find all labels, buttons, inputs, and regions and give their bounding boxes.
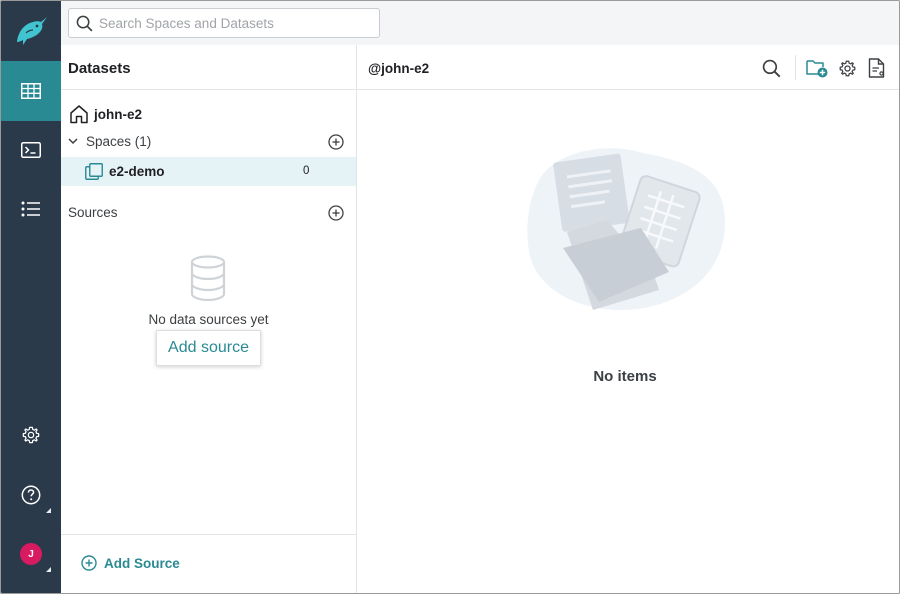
search-button[interactable] [760,57,782,79]
panel-title: Datasets [68,60,131,77]
chevron-down-icon[interactable] [67,135,79,147]
header-separator [795,55,796,80]
nav-jobs-button[interactable] [1,179,61,239]
jobs-list-icon [21,201,40,217]
narwhal-logo-icon[interactable] [1,1,61,61]
footer-add-source-button[interactable]: Add Source [81,555,180,571]
panel-footer-divider [61,534,356,535]
space-item-e2-demo[interactable]: e2-demo 0 [61,157,356,186]
space-icon [85,163,103,180]
settings-icon [839,60,855,76]
nav-help-button[interactable] [1,465,61,525]
space-name: e2-demo [109,164,165,179]
help-icon [21,485,41,505]
add-source-button[interactable]: Add source [156,330,261,366]
database-icon [190,255,226,301]
main-content: @john-e2 No items [357,45,899,593]
top-bar: Search Spaces and Datasets [61,1,899,45]
nav-settings-button[interactable] [1,405,61,465]
spaces-label: Spaces (1) [86,134,152,149]
page-title: @john-e2 [368,61,430,76]
search-icon [76,15,93,31]
sql-terminal-icon [21,142,41,158]
empty-state-illustration [527,148,726,311]
add-folder-button[interactable] [806,57,828,79]
avatar: J [20,543,42,565]
empty-state-message: No items [593,368,657,385]
settings-button[interactable] [836,57,858,79]
search-placeholder: Search Spaces and Datasets [99,15,274,31]
no-sources-message: No data sources yet [148,312,269,327]
home-space-link[interactable]: john-e2 [69,103,142,125]
settings-gear-icon [22,426,40,444]
home-label: john-e2 [94,106,143,122]
nav-sql-runner-button[interactable] [1,120,61,180]
user-menu-button[interactable]: J [1,524,61,584]
search-icon [762,59,780,77]
search-input[interactable]: Search Spaces and Datasets [68,8,380,38]
datasets-grid-icon [21,83,41,99]
add-space-icon[interactable] [328,134,344,150]
panel-divider [61,89,356,90]
plus-circle-icon [81,555,97,571]
spaces-section-header: Spaces (1) [61,131,356,153]
content-header: @john-e2 [357,45,899,90]
user-menu-indicator [46,567,51,572]
nav-datasets-button[interactable] [1,61,61,121]
space-dataset-count: 0 [303,165,310,177]
datasets-panel: Datasets john-e2 Spaces (1) e2-demo 0 So… [61,45,357,593]
wiki-button[interactable] [866,57,888,79]
nav-rail: J [1,1,61,593]
add-source-icon[interactable] [328,205,344,221]
home-icon [70,105,88,124]
wiki-document-icon [868,58,885,78]
sources-label: Sources [68,205,118,220]
footer-add-source-label: Add Source [104,555,180,571]
add-folder-icon [806,60,828,78]
app-window: J Search Spaces and Datasets Datasets jo… [0,0,900,594]
help-menu-indicator [46,508,51,513]
